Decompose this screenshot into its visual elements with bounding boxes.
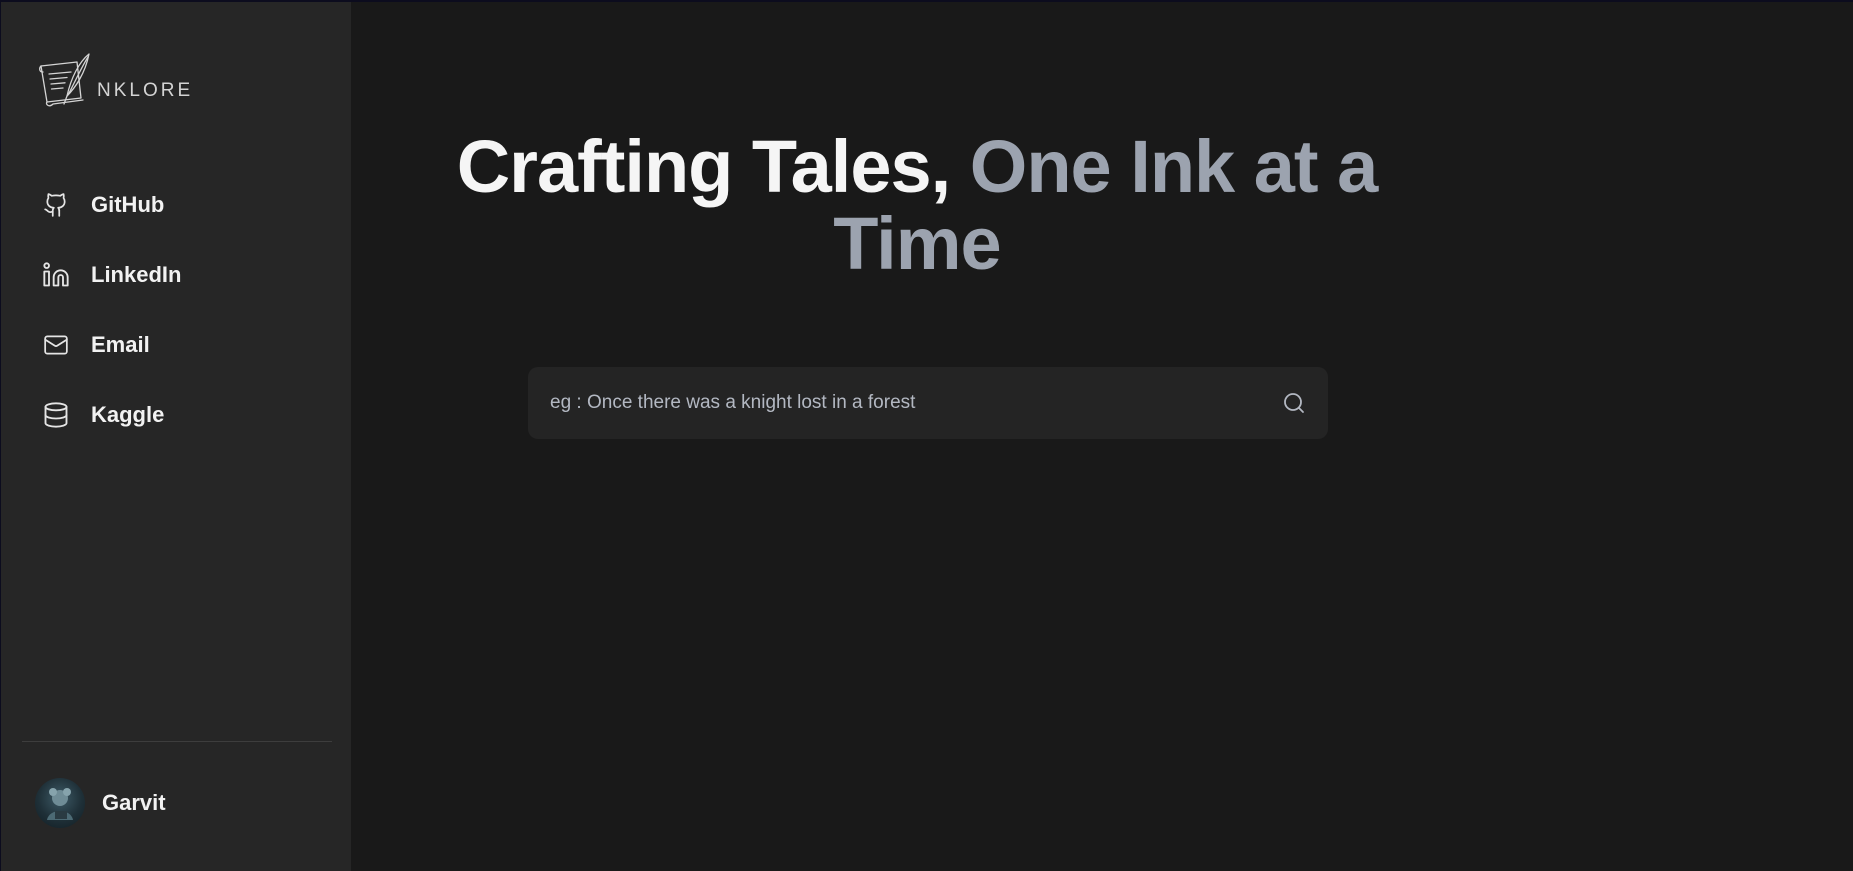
title-primary: Crafting Tales, <box>456 125 951 208</box>
sidebar-item-email[interactable]: Email <box>41 325 150 365</box>
app-window: NKLORE GitHub LinkedIn Email Kaggle Garv… <box>0 0 1853 871</box>
sidebar-item-label: Email <box>91 332 150 357</box>
user-name: Garvit <box>102 790 166 815</box>
sidebar-item-label: GitHub <box>91 192 165 217</box>
mail-icon <box>41 330 71 360</box>
search-bar <box>528 367 1328 439</box>
logo-text: NKLORE <box>97 79 194 101</box>
linkedin-icon <box>41 260 71 290</box>
sidebar-item-label: LinkedIn <box>91 262 182 287</box>
page-title: Crafting Tales, One Ink at a Time <box>417 128 1417 282</box>
github-icon <box>41 190 71 220</box>
sidebar-item-label: Kaggle <box>91 402 165 427</box>
quill-scroll-icon <box>37 52 99 115</box>
search-input[interactable] <box>548 391 1280 415</box>
logo[interactable]: NKLORE <box>37 52 193 115</box>
sidebar-item-kaggle[interactable]: Kaggle <box>41 395 164 435</box>
database-icon <box>41 400 71 430</box>
search-icon[interactable] <box>1280 389 1308 417</box>
sidebar-item-github[interactable]: GitHub <box>41 185 164 225</box>
sidebar-item-linkedin[interactable]: LinkedIn <box>41 255 181 295</box>
user-profile[interactable]: Garvit <box>35 778 166 828</box>
avatar <box>35 778 85 828</box>
sidebar-divider <box>22 741 332 742</box>
sidebar: NKLORE GitHub LinkedIn Email Kaggle Garv… <box>1 2 351 871</box>
main-content: Crafting Tales, One Ink at a Time <box>351 2 1853 871</box>
